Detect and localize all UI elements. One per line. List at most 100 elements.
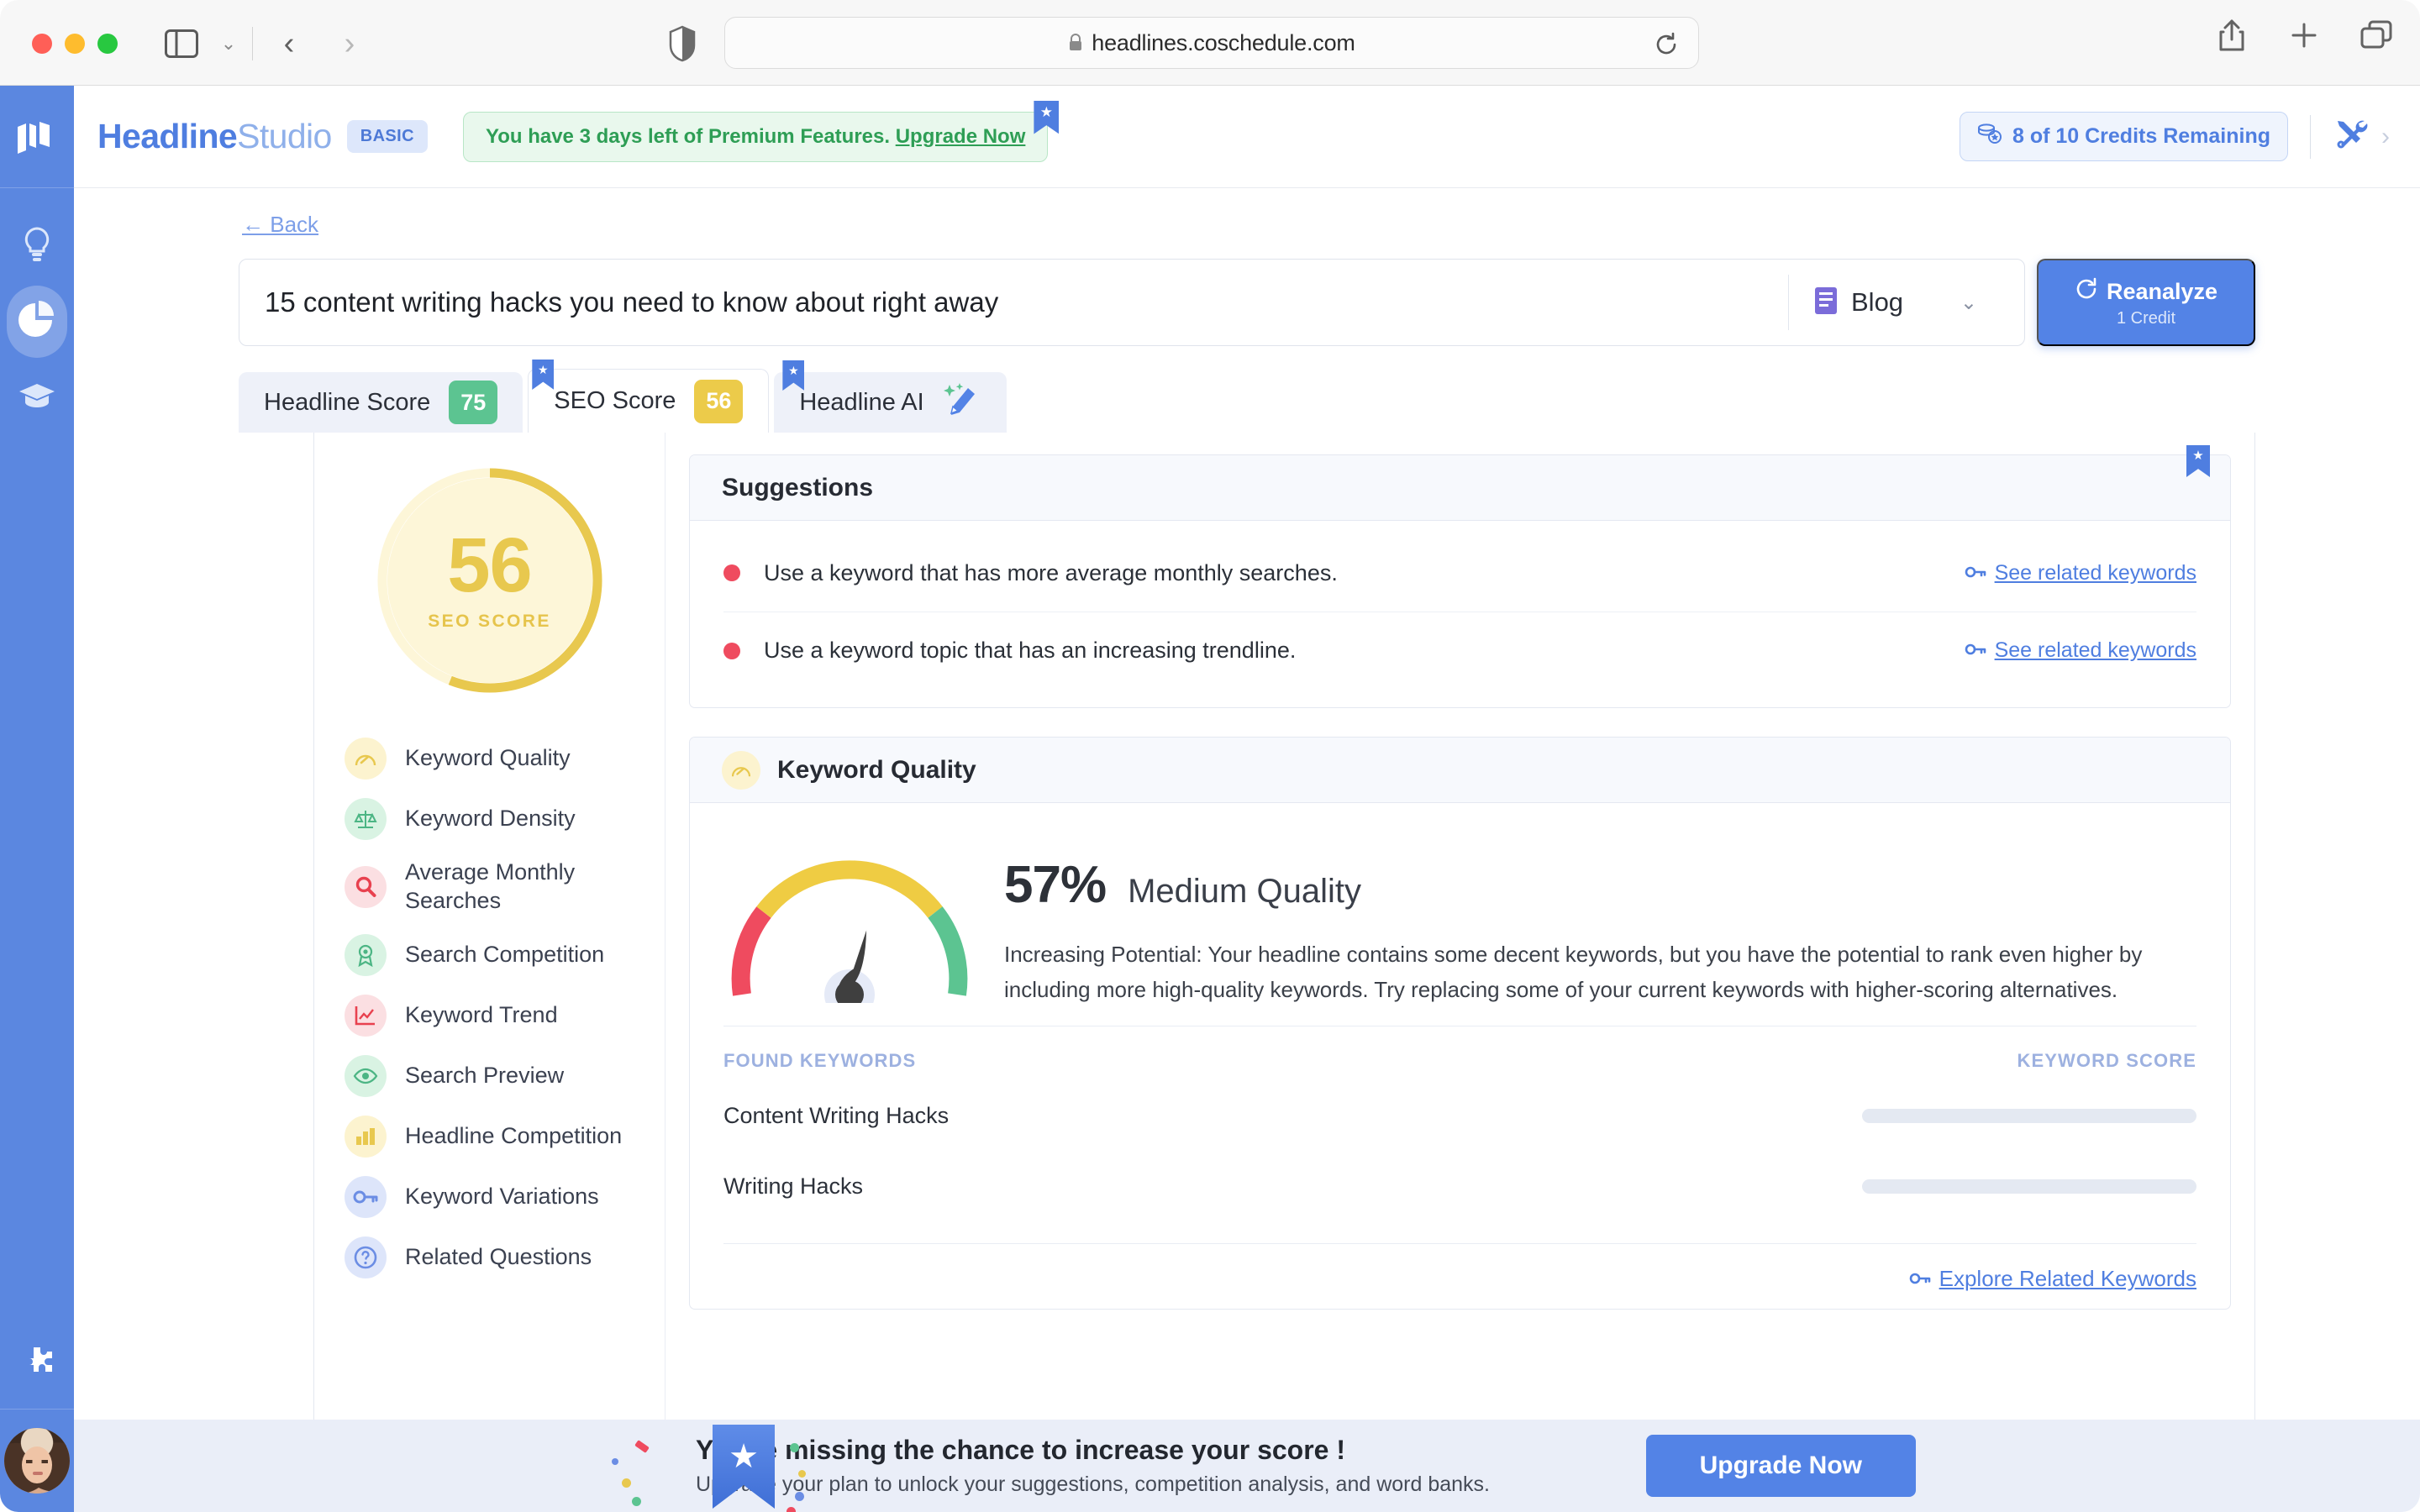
app-window: HeadlineStudio BASIC You have 3 days lef… xyxy=(0,86,2420,1512)
content-type-select[interactable]: Blog ⌄ xyxy=(1789,286,1999,319)
chevron-right-icon[interactable]: › xyxy=(2381,123,2390,151)
seo-score-card: 56 SEO SCORE Keyword Quality Keyword Den… xyxy=(313,433,2255,1435)
puzzle-icon[interactable] xyxy=(0,1315,74,1410)
headline-input[interactable] xyxy=(265,286,1781,318)
column-header-found-keywords: FOUND KEYWORDS xyxy=(723,1050,917,1072)
browser-chrome: ⌄ ‹ › headlines.coschedule.com xyxy=(0,0,2420,86)
graduation-cap-icon xyxy=(18,381,56,414)
key-icon xyxy=(1965,561,1986,585)
app-header: HeadlineStudio BASIC You have 3 days lef… xyxy=(74,86,2420,188)
line-chart-icon xyxy=(345,994,387,1037)
coins-star-icon xyxy=(1977,123,2002,150)
tab-headline-ai[interactable]: ★ Headline AI xyxy=(774,360,1007,433)
back-icon[interactable]: ‹ xyxy=(267,22,311,66)
bookmark-star-icon: ★ xyxy=(1034,100,1060,134)
metric-search-preview[interactable]: Search Preview xyxy=(338,1047,665,1105)
shield-icon[interactable] xyxy=(668,25,697,62)
metric-keyword-density[interactable]: Keyword Density xyxy=(338,790,665,848)
app-nav-rail xyxy=(0,86,74,1512)
headline-input-container[interactable]: Blog ⌄ xyxy=(239,259,2025,346)
score-sidebar: 56 SEO SCORE Keyword Quality Keyword Den… xyxy=(314,433,666,1434)
keyword-name: Content Writing Hacks xyxy=(723,1102,950,1128)
reanalyze-button[interactable]: Reanalyze 1 Credit xyxy=(2037,259,2255,346)
upgrade-now-button[interactable]: Upgrade Now xyxy=(1645,1435,1916,1497)
seo-score-badge: 56 xyxy=(694,379,744,423)
keyword-table-footer: Explore Related Keywords xyxy=(723,1243,2196,1309)
tools-button[interactable]: › xyxy=(2333,116,2390,157)
coschedule-logo-icon[interactable] xyxy=(0,86,74,188)
lock-icon xyxy=(1068,34,1083,52)
premium-promo-banner[interactable]: You have 3 days left of Premium Features… xyxy=(462,100,1060,162)
confetti-decoration xyxy=(612,1458,618,1465)
minimize-window-button[interactable] xyxy=(65,34,85,54)
metric-keyword-quality[interactable]: Keyword Quality xyxy=(338,730,665,787)
nav-bottom xyxy=(0,1315,74,1512)
new-tab-icon[interactable] xyxy=(2286,17,2323,54)
brand[interactable]: HeadlineStudio BASIC xyxy=(97,117,428,156)
sidebar-item-analytics[interactable] xyxy=(7,286,67,358)
suggestions-title: Suggestions xyxy=(722,473,874,501)
question-circle-icon xyxy=(345,1236,387,1278)
keyword-quality-info: 57% Medium Quality Increasing Potential:… xyxy=(1004,837,2196,1007)
pie-chart-icon xyxy=(18,300,56,344)
keyword-name: Writing Hacks xyxy=(723,1173,864,1199)
suggestions-panel: ★ Suggestions Use a keyword that has mor… xyxy=(689,445,2231,708)
sidebar-item-ideas[interactable] xyxy=(7,210,67,282)
speedometer-icon xyxy=(345,738,387,780)
sidebar-item-learn[interactable] xyxy=(7,361,67,433)
close-window-button[interactable] xyxy=(32,34,52,54)
metric-keyword-variations[interactable]: Keyword Variations xyxy=(338,1168,665,1226)
see-related-keywords-link[interactable]: See related keywords xyxy=(1965,561,2196,585)
banner-subtext: Upgrade your plan to unlock your suggest… xyxy=(696,1473,1490,1496)
metric-related-questions[interactable]: Related Questions xyxy=(338,1229,665,1286)
brand-bold: Headline xyxy=(97,117,238,155)
explore-related-keywords-link[interactable]: Explore Related Keywords xyxy=(1909,1266,2196,1292)
confetti-decoration xyxy=(798,1470,806,1478)
sidebar-icon[interactable] xyxy=(161,24,202,64)
see-related-keywords-link[interactable]: See related keywords xyxy=(1965,638,2196,663)
found-keywords-table: FOUND KEYWORDS KEYWORD SCORE Content Wri… xyxy=(690,1026,2230,1213)
metric-average-monthly-searches[interactable]: Average Monthly Searches xyxy=(338,851,665,923)
browser-toolbar-right xyxy=(2213,17,2395,54)
confetti-decoration xyxy=(632,1497,641,1506)
banner-heading: You’re missing the chance to increase yo… xyxy=(696,1435,1345,1465)
tab-headline-score[interactable]: Headline Score 75 xyxy=(239,372,523,433)
confetti-decoration xyxy=(795,1492,804,1501)
chevron-down-icon[interactable]: ⌄ xyxy=(1960,291,1977,315)
promo-text: You have 3 days left of Premium Features… xyxy=(486,125,1025,149)
column-header-keyword-score: KEYWORD SCORE xyxy=(2017,1050,2196,1072)
nav-items xyxy=(0,188,74,433)
chevron-down-icon[interactable]: ⌄ xyxy=(217,30,240,57)
suggestions-list: Use a keyword that has more average mont… xyxy=(690,521,2230,707)
tools-icon xyxy=(2333,116,2370,157)
share-icon[interactable] xyxy=(2213,17,2250,54)
metric-search-competition[interactable]: Search Competition xyxy=(338,927,665,984)
window-traffic-lights[interactable] xyxy=(32,34,118,54)
tab-seo-score[interactable]: ★ SEO Score 56 xyxy=(528,360,770,433)
seo-score-value: 56 xyxy=(447,522,532,609)
address-bar[interactable]: headlines.coschedule.com xyxy=(724,17,1699,69)
list-item: Use a keyword that has more average mont… xyxy=(723,534,2196,612)
metric-label: Search Preview xyxy=(405,1062,565,1088)
table-row: Content Writing Hacks xyxy=(723,1089,2196,1142)
maximize-window-button[interactable] xyxy=(97,34,118,54)
tabs-icon[interactable] xyxy=(2358,17,2395,54)
metric-keyword-trend[interactable]: Keyword Trend xyxy=(338,987,665,1044)
confetti-decoration xyxy=(790,1443,799,1452)
metric-label: Related Questions xyxy=(405,1243,592,1269)
seo-score-ring: 56 SEO SCORE xyxy=(376,466,604,695)
promo-upgrade-link[interactable]: Upgrade Now xyxy=(896,125,1026,148)
keyword-quality-rating: Medium Quality xyxy=(1128,873,1361,910)
account-avatar-button[interactable] xyxy=(0,1410,74,1512)
reload-icon[interactable] xyxy=(1653,31,1680,58)
forward-icon[interactable]: › xyxy=(328,22,371,66)
keyword-quality-body: 57% Medium Quality Increasing Potential:… xyxy=(690,803,2230,1022)
credits-badge[interactable]: 8 of 10 Credits Remaining xyxy=(1959,112,2288,161)
back-link[interactable]: ← Back xyxy=(242,212,318,238)
toolbar-divider xyxy=(252,27,253,60)
bar-chart-icon xyxy=(345,1115,387,1158)
reanalyze-sub: 1 Credit xyxy=(2116,308,2176,328)
key-icon xyxy=(1965,638,1986,663)
seo-score-label: SEO SCORE xyxy=(428,611,551,631)
metric-headline-competition[interactable]: Headline Competition xyxy=(338,1108,665,1165)
